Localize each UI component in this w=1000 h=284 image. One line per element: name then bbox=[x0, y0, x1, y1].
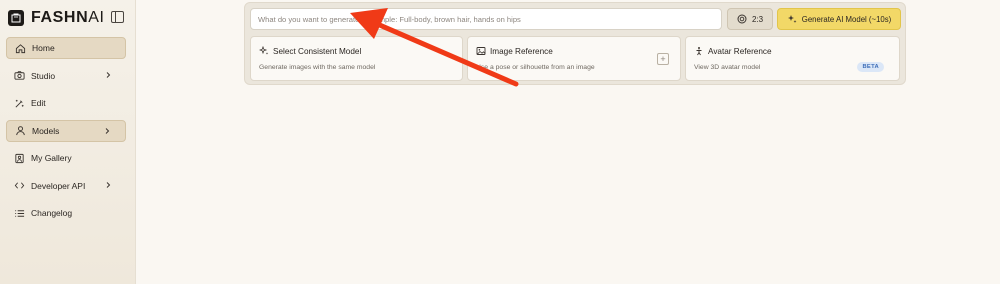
sidebar-item-label: Edit bbox=[31, 98, 46, 108]
card-title-text: Avatar Reference bbox=[708, 46, 772, 56]
sidebar-item-changelog[interactable]: Changelog bbox=[6, 202, 126, 224]
generate-button-label: Generate AI Model (~10s) bbox=[801, 14, 892, 24]
aspect-ratio-button[interactable]: 2:3 bbox=[727, 8, 773, 30]
sidebar-item-label: Models bbox=[32, 125, 60, 136]
card-avatar-reference[interactable]: Avatar Reference View 3D avatar model BE… bbox=[685, 36, 900, 81]
camera-icon bbox=[14, 71, 25, 80]
fashn-logo-icon bbox=[8, 10, 24, 26]
beta-badge: BETA bbox=[857, 62, 884, 72]
chevron-right-icon bbox=[106, 71, 111, 78]
sidebar-item-label: Studio bbox=[31, 70, 56, 81]
card-image-reference[interactable]: Image Reference Use a pose or silhouette… bbox=[467, 36, 681, 81]
brand-name: FASHNAI bbox=[31, 9, 105, 27]
card-title: Select Consistent Model bbox=[259, 46, 361, 56]
chevron-right-icon bbox=[106, 181, 111, 188]
sidebar-item-my-gallery[interactable]: My Gallery bbox=[6, 147, 126, 169]
model-composer: 2:3 Generate AI Model (~10s) Select Cons… bbox=[244, 2, 906, 85]
card-select-consistent-model[interactable]: Select Consistent Model Generate images … bbox=[250, 36, 463, 81]
aperture-icon bbox=[737, 14, 747, 24]
sidebar-item-label: Developer API bbox=[31, 180, 86, 191]
brand-name-ai: AI bbox=[88, 9, 105, 26]
sidebar-item-edit[interactable]: Edit bbox=[6, 92, 126, 114]
brand[interactable]: FASHNAI bbox=[8, 9, 105, 27]
prompt-input[interactable] bbox=[250, 8, 722, 30]
sidebar-nav: Home Studio Edit Models My Gallery Devel… bbox=[6, 37, 126, 230]
card-title: Avatar Reference bbox=[694, 46, 772, 56]
code-icon bbox=[14, 182, 25, 189]
card-description: Use a pose or silhouette from an image bbox=[476, 64, 595, 71]
sidebar-item-label: Changelog bbox=[31, 208, 73, 218]
sidebar-item-models[interactable]: Models bbox=[6, 119, 126, 142]
card-title-text: Select Consistent Model bbox=[273, 46, 362, 56]
gallery-icon bbox=[15, 153, 24, 163]
sidebar-item-home[interactable]: Home bbox=[6, 37, 126, 59]
person-icon bbox=[696, 47, 702, 56]
magic-wand-icon bbox=[15, 99, 24, 107]
sparkle-icon bbox=[787, 15, 797, 23]
sidebar-item-studio[interactable]: Studio bbox=[6, 65, 126, 87]
chevron-right-icon bbox=[105, 127, 110, 134]
sidebar-toggle-icon[interactable] bbox=[111, 11, 124, 23]
card-title-text: Image Reference bbox=[490, 46, 553, 56]
main-content: 2:3 Generate AI Model (~10s) Select Cons… bbox=[136, 0, 1000, 284]
sidebar: FASHNAI Home Studio Edit Models My Galle… bbox=[0, 0, 136, 284]
brand-name-main: FASHN bbox=[31, 9, 89, 26]
add-image-icon[interactable]: + bbox=[657, 53, 669, 65]
card-description: View 3D avatar model bbox=[694, 64, 761, 71]
home-icon bbox=[15, 43, 26, 53]
generate-model-button[interactable]: Generate AI Model (~10s) bbox=[777, 8, 901, 30]
sidebar-item-label: Home bbox=[32, 43, 55, 53]
sidebar-item-developer-api[interactable]: Developer API bbox=[6, 175, 126, 197]
card-title: Image Reference bbox=[476, 46, 553, 56]
card-description: Generate images with the same model bbox=[259, 64, 376, 71]
list-icon bbox=[15, 209, 25, 217]
sparkle-icon bbox=[259, 46, 269, 55]
sidebar-item-label: My Gallery bbox=[31, 153, 72, 163]
user-icon bbox=[16, 126, 25, 136]
image-icon bbox=[476, 47, 486, 55]
aspect-ratio-label: 2:3 bbox=[751, 14, 764, 24]
